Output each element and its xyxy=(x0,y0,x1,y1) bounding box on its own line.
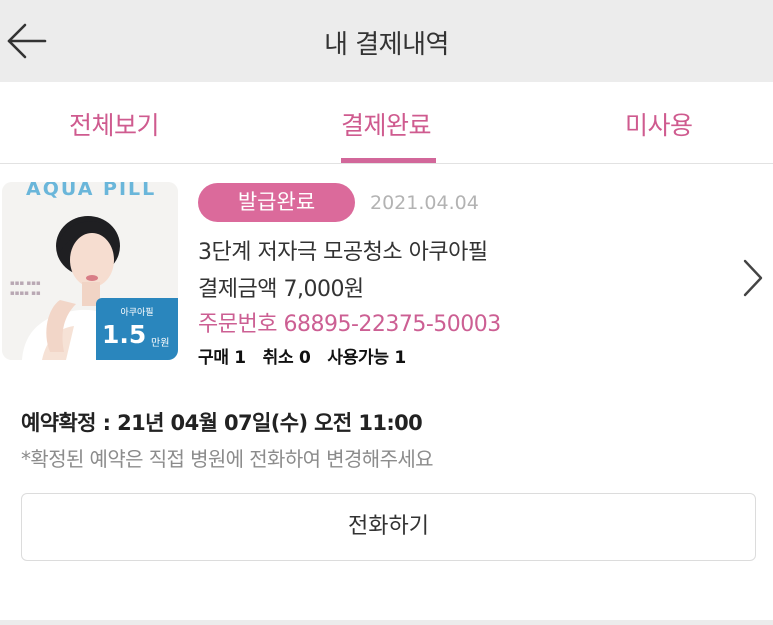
section-divider xyxy=(0,620,773,625)
call-button[interactable]: 전화하기 xyxy=(21,493,756,561)
product-name[interactable]: 3단계 저자극 모공청소 아쿠아필 xyxy=(198,234,488,266)
thumbnail-tagline: ▪▪▪ ▪▪▪ ▪▪▪▪ ▪▪ xyxy=(10,279,41,297)
thumbnail-price-badge: 아쿠아필 1.5 만원 xyxy=(96,298,178,360)
order-card: AQUA PILL ▪▪▪ ▪▪▪ ▪▪▪▪ ▪▪ 아쿠아필 1.5 만원 발급완… xyxy=(0,164,773,561)
thumbnail-price: 1.5 xyxy=(102,320,147,349)
purchase-counts: 구매 1 취소 0 사용가능 1 xyxy=(198,348,406,368)
tab-all[interactable]: 전체보기 xyxy=(69,106,160,142)
tab-payment-complete[interactable]: 결제완료 xyxy=(341,106,432,142)
app-header: 내 결제내역 xyxy=(0,0,773,82)
reservation-note: *확정된 예약은 직접 병원에 전화하여 변경해주세요 xyxy=(21,447,434,471)
thumbnail-badge-label: 아쿠아필 xyxy=(120,308,154,318)
tab-unused[interactable]: 미사용 xyxy=(625,106,693,142)
payment-amount: 결제금액 7,000원 xyxy=(198,277,364,302)
product-thumbnail[interactable]: AQUA PILL ▪▪▪ ▪▪▪ ▪▪▪▪ ▪▪ 아쿠아필 1.5 만원 xyxy=(2,182,178,360)
order-date: 2021.04.04 xyxy=(370,192,479,214)
reservation-confirmation: 예약확정 : 21년 04월 07일(수) 오전 11:00 xyxy=(21,411,423,435)
status-badge: 발급완료 xyxy=(198,183,355,222)
active-tab-indicator xyxy=(341,158,436,163)
order-number: 주문번호 68895-22375-50003 xyxy=(198,312,501,337)
thumbnail-brand: AQUA PILL xyxy=(26,182,157,200)
thumbnail-price-unit: 만원 xyxy=(151,338,170,349)
chevron-right-icon xyxy=(743,259,763,297)
tab-bar: 전체보기 결제완료 미사용 xyxy=(0,82,773,164)
order-detail-button[interactable] xyxy=(740,257,766,299)
page-title: 내 결제내역 xyxy=(324,30,449,60)
